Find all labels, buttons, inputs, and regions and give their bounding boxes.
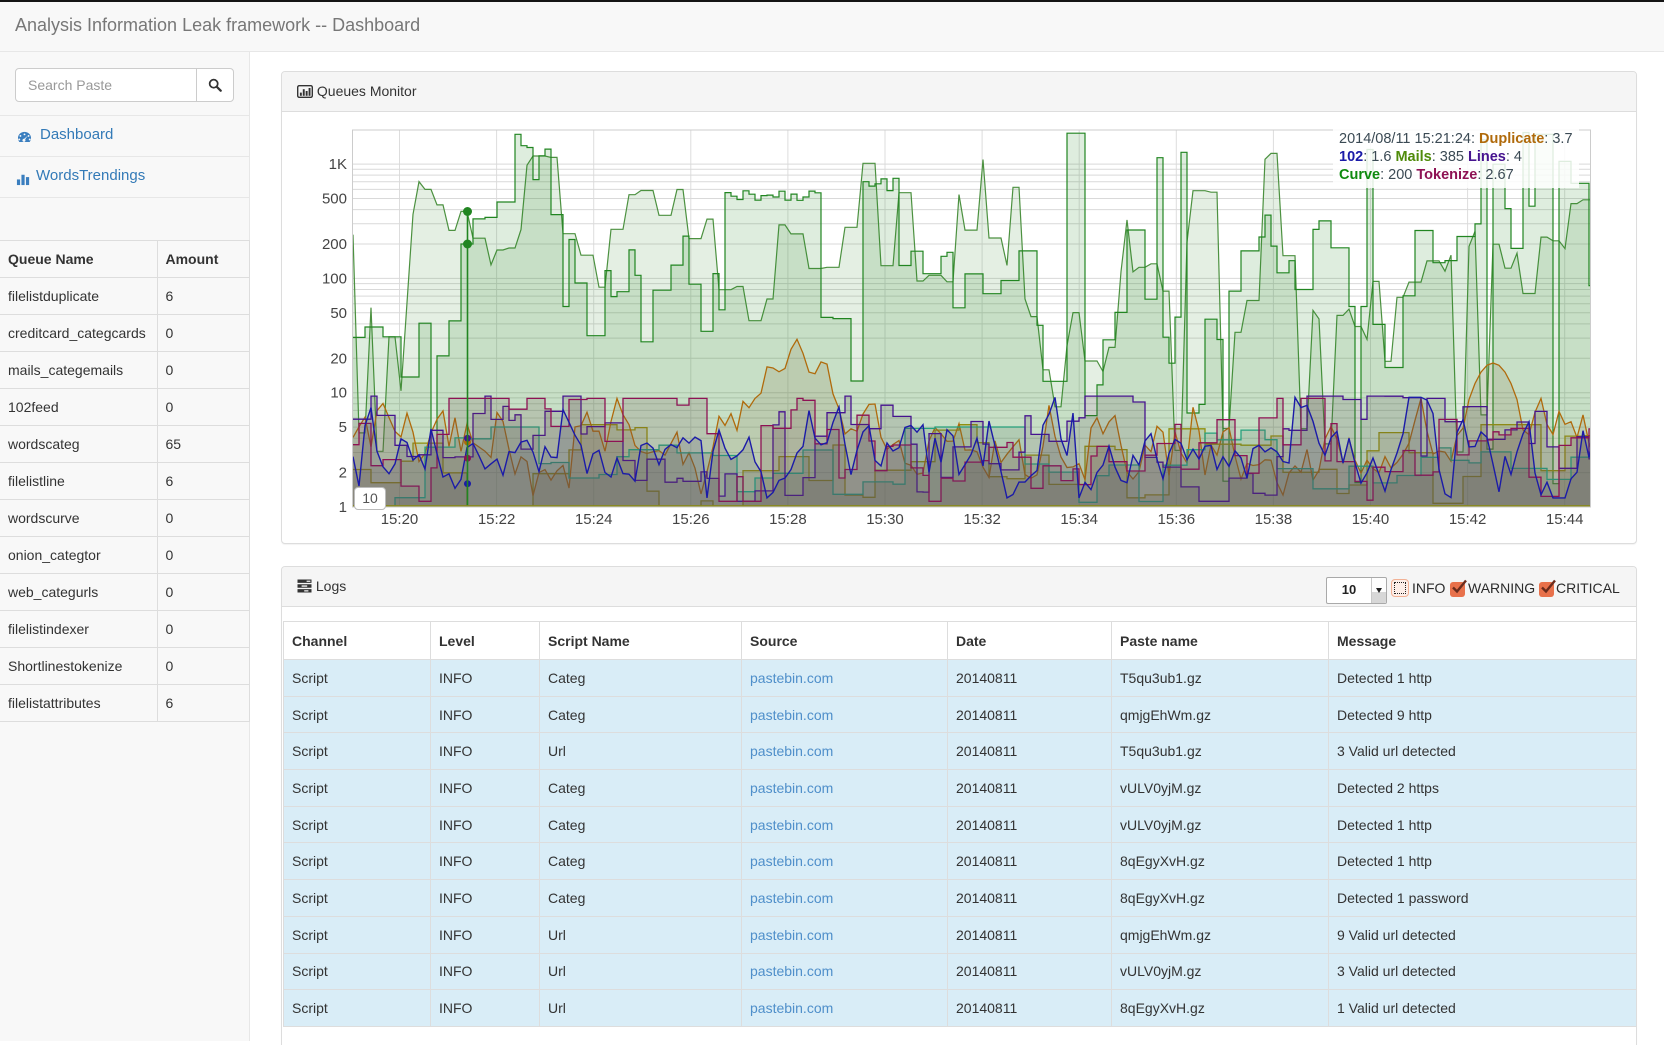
svg-text:1K: 1K [329,156,347,173]
svg-text:200: 200 [322,236,347,253]
svg-text:15:34: 15:34 [1060,511,1098,528]
svg-text:15:30: 15:30 [866,511,904,528]
svg-text:500: 500 [322,191,347,208]
svg-text:15:24: 15:24 [575,511,613,528]
svg-text:1: 1 [339,499,347,516]
svg-text:15:26: 15:26 [672,511,710,528]
svg-text:20: 20 [330,350,347,367]
svg-text:15:20: 15:20 [381,511,419,528]
svg-text:15:28: 15:28 [769,511,807,528]
svg-text:15:22: 15:22 [478,511,516,528]
svg-text:15:32: 15:32 [963,511,1001,528]
svg-text:15:44: 15:44 [1546,511,1584,528]
svg-text:15:36: 15:36 [1158,511,1196,528]
svg-text:2: 2 [339,465,347,482]
svg-text:100: 100 [322,270,347,287]
svg-text:50: 50 [330,305,347,322]
svg-text:10: 10 [330,385,347,402]
svg-text:15:38: 15:38 [1255,511,1293,528]
svg-text:15:40: 15:40 [1352,511,1390,528]
svg-text:5: 5 [339,419,347,436]
svg-text:15:42: 15:42 [1449,511,1487,528]
